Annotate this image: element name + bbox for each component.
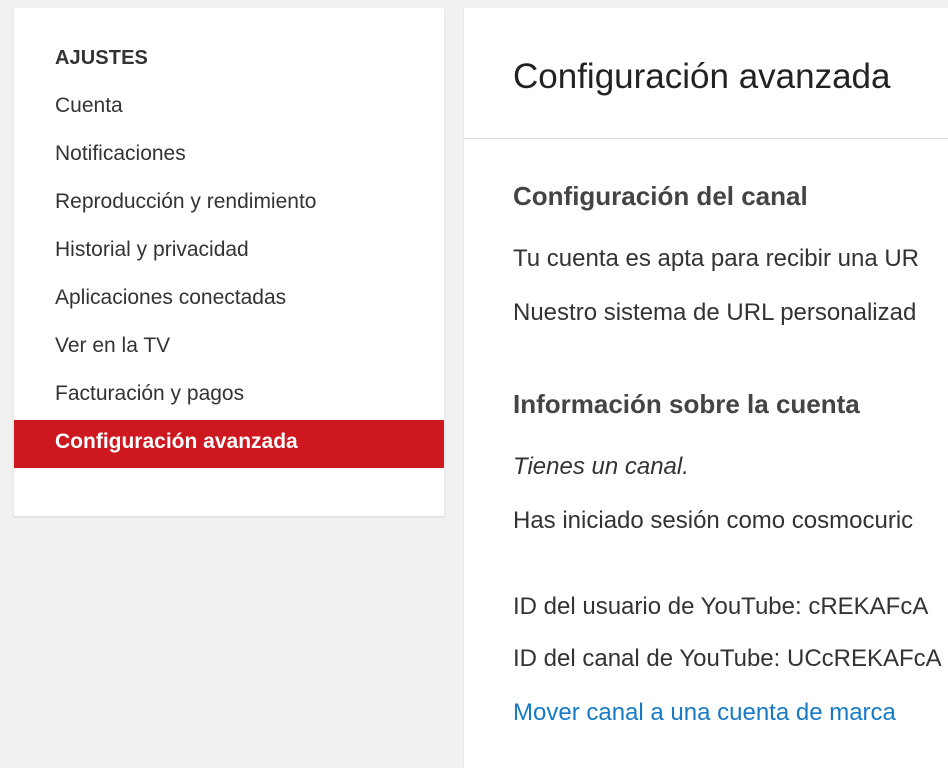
page-title: Configuración avanzada [513, 57, 891, 96]
youtube-user-id: ID del usuario de YouTube: cREKAFcA [513, 593, 929, 620]
sidebar-heading: AJUSTES [55, 47, 148, 69]
custom-url-eligible-text: Tu cuenta es apta para recibir una UR [513, 245, 919, 272]
sidebar-item-configuracion-avanzada[interactable]: Configuración avanzada [14, 420, 444, 468]
signed-in-as-text: Has iniciado sesión como cosmocuric [513, 507, 914, 534]
page-header: Configuración avanzada [464, 8, 948, 139]
sidebar-item-cuenta[interactable]: Cuenta [14, 84, 444, 132]
youtube-channel-id: ID del canal de YouTube: UCcREKAFcA [513, 645, 942, 672]
sidebar-item-facturacion[interactable]: Facturación y pagos [14, 372, 444, 420]
move-channel-to-brand-account-link[interactable]: Mover canal a una cuenta de marca [513, 698, 896, 728]
sidebar-item-aplicaciones[interactable]: Aplicaciones conectadas [14, 276, 444, 324]
main-panel: Configuración avanzada Configuración del… [464, 8, 948, 768]
sidebar-item-reproduccion[interactable]: Reproducción y rendimiento [14, 180, 444, 228]
sidebar-item-notificaciones[interactable]: Notificaciones [14, 132, 444, 180]
sidebar-item-historial[interactable]: Historial y privacidad [14, 228, 444, 276]
settings-sidebar: AJUSTES Cuenta Notificaciones Reproducci… [14, 8, 444, 516]
sidebar-item-ver-tv[interactable]: Ver en la TV [14, 324, 444, 372]
custom-url-system-text: Nuestro sistema de URL personalizad [513, 299, 917, 326]
account-info-title: Información sobre la cuenta [513, 389, 860, 419]
channel-settings-title: Configuración del canal [513, 181, 808, 211]
sidebar-nav: Cuenta Notificaciones Reproducción y ren… [14, 84, 444, 468]
has-channel-text: Tienes un canal. [513, 453, 689, 480]
